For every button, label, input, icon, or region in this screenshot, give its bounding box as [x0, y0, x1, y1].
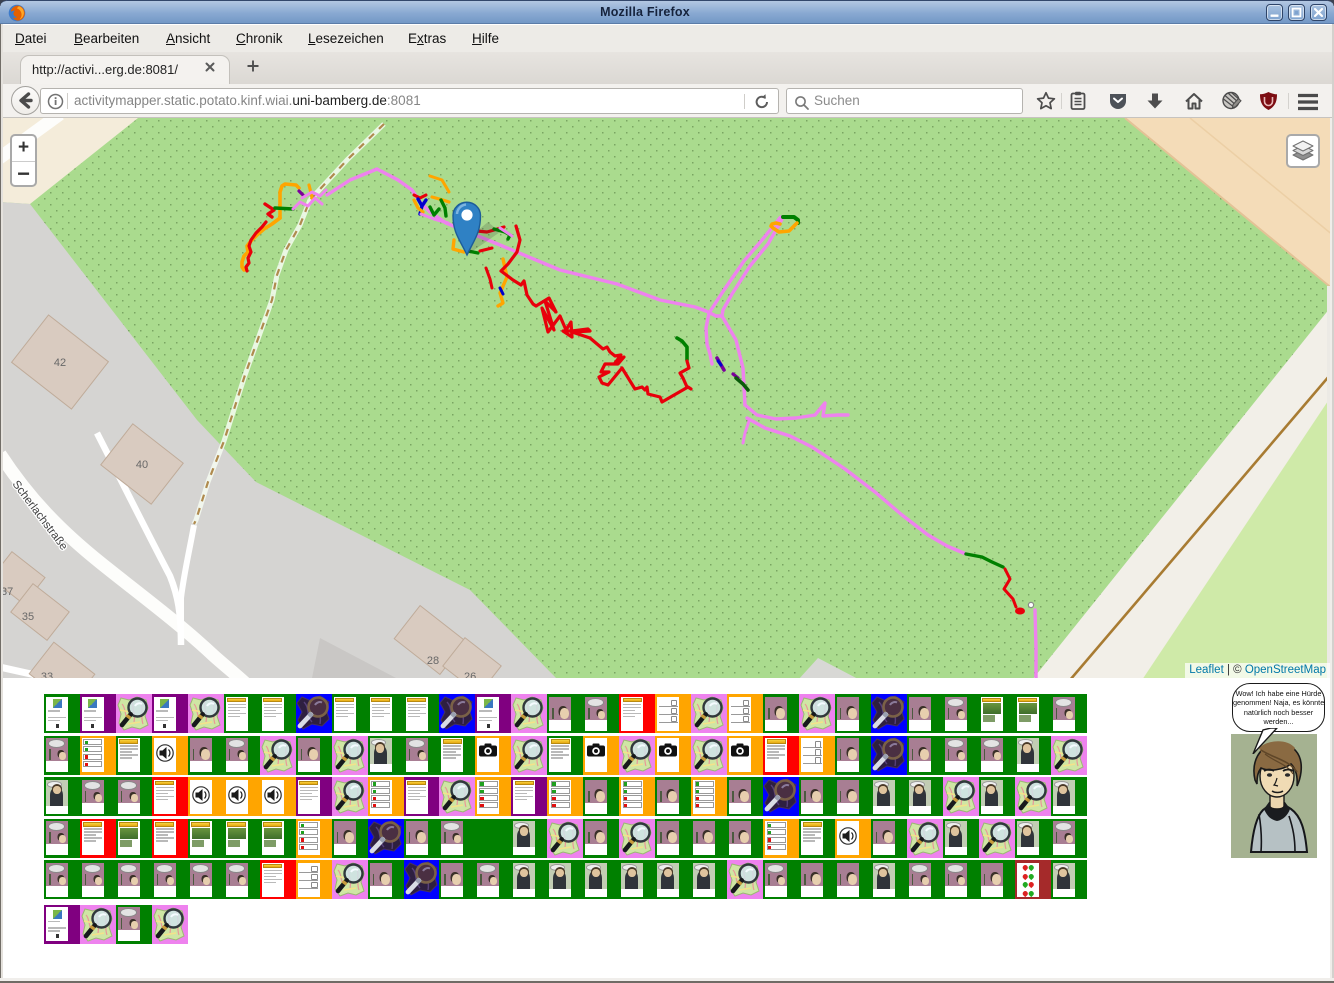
svg-text:40: 40 [136, 459, 148, 471]
svg-text:28: 28 [427, 655, 439, 667]
svg-text:35: 35 [22, 611, 34, 623]
svg-text:33: 33 [41, 671, 53, 678]
svg-text:42: 42 [54, 357, 66, 369]
svg-text:26: 26 [464, 671, 476, 678]
